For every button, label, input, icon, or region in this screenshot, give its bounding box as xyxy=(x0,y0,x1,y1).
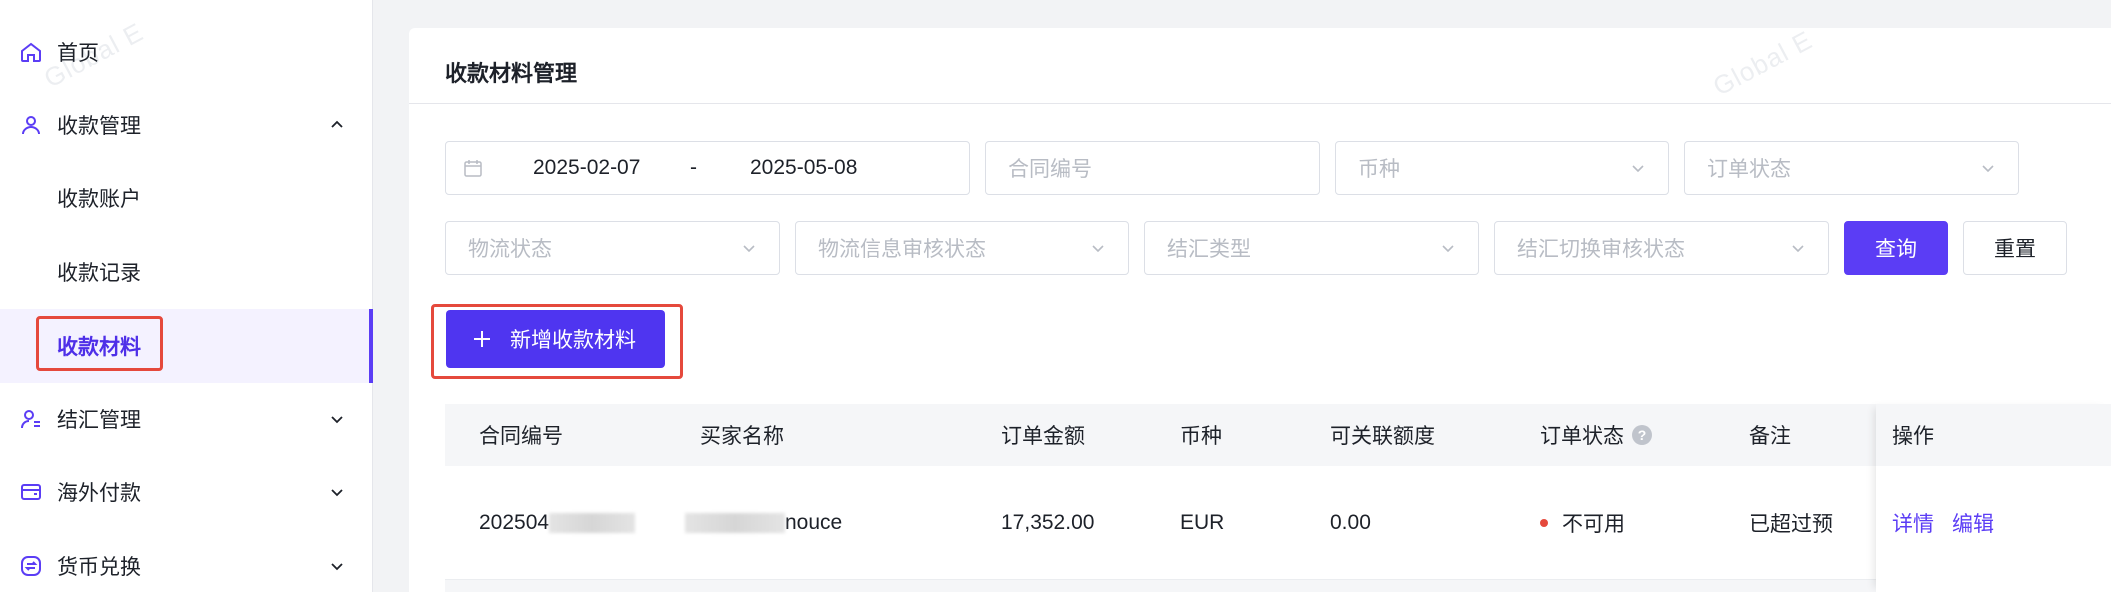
date-range-picker[interactable]: 2025-02-07 - 2025-05-08 xyxy=(445,141,970,195)
sidebar-item-receipt-materials[interactable]: 收款材料 xyxy=(0,309,373,383)
column-header: 操作 xyxy=(1876,404,2111,466)
operations-column: 操作 详情 编辑 xyxy=(1876,404,2111,592)
order-status-select[interactable]: 订单状态 xyxy=(1684,141,2019,195)
date-separator: - xyxy=(690,156,697,179)
column-header: 可关联额度 xyxy=(1330,425,1435,448)
redacted-block xyxy=(549,513,636,533)
column-header: 合同编号 xyxy=(479,425,563,448)
sidebar-item-settlement[interactable]: 结汇管理 xyxy=(0,383,373,455)
calendar-icon xyxy=(462,157,484,179)
contract-no-text: 202504 xyxy=(479,511,550,534)
sidebar-item-receipt-accounts[interactable]: 收款账户 xyxy=(0,162,373,234)
order-status-placeholder: 订单状态 xyxy=(1707,158,1791,181)
column-header-order-status: 订单状态 ? xyxy=(1540,404,1652,466)
row-actions: 详情 编辑 xyxy=(1892,466,2012,580)
cell-available: 0.00 xyxy=(1330,511,1371,534)
column-header: 订单状态 xyxy=(1540,425,1624,448)
page-title: 收款材料管理 xyxy=(445,61,578,86)
edit-link[interactable]: 编辑 xyxy=(1952,508,1994,538)
logistics-review-placeholder: 物流信息审核状态 xyxy=(818,238,986,261)
plus-icon xyxy=(472,329,492,349)
sidebar-item-label: 收款记录 xyxy=(57,262,141,285)
contract-no-placeholder: 合同编号 xyxy=(1008,158,1092,181)
sidebar: Global E 首页 收款管理 收款账户 收款记录 收款材料 结汇管理 海外付… xyxy=(0,0,373,592)
exchange-icon xyxy=(17,552,45,580)
settlement-switch-review-placeholder: 结汇切换审核状态 xyxy=(1517,238,1685,261)
cell-amount: 17,352.00 xyxy=(1001,511,1095,534)
cell-currency: EUR xyxy=(1180,511,1225,534)
column-header: 买家名称 xyxy=(700,425,784,448)
chevron-down-icon xyxy=(326,555,348,577)
status-dot xyxy=(1540,519,1548,527)
chevron-down-icon xyxy=(739,238,759,258)
chevron-down-icon xyxy=(1628,158,1648,178)
cell-contract-no: 202504 xyxy=(479,466,636,580)
sidebar-item-label: 收款材料 xyxy=(57,336,141,359)
query-button[interactable]: 查询 xyxy=(1844,221,1948,275)
column-header: 币种 xyxy=(1180,425,1222,448)
logistics-status-select[interactable]: 物流状态 xyxy=(445,221,780,275)
sidebar-item-label: 首页 xyxy=(57,42,99,65)
help-icon[interactable]: ? xyxy=(1632,425,1652,445)
date-end: 2025-05-08 xyxy=(750,156,858,179)
currency-placeholder: 币种 xyxy=(1358,158,1400,181)
user-list-icon xyxy=(17,405,45,433)
chevron-down-icon xyxy=(1978,158,1998,178)
reset-button[interactable]: 重置 xyxy=(1963,221,2067,275)
add-receipt-material-button[interactable]: 新增收款材料 xyxy=(446,310,665,368)
divider xyxy=(409,103,2111,104)
sidebar-item-receipt-records[interactable]: 收款记录 xyxy=(0,236,373,308)
settlement-type-placeholder: 结汇类型 xyxy=(1167,238,1251,261)
table-row: 202504 nouce 17,352.00 EUR 0.00 不可用 已超过预 xyxy=(445,466,2111,580)
chevron-down-icon xyxy=(326,481,348,503)
materials-table: 合同编号 买家名称 订单金额 币种 可关联额度 订单状态 ? 备注 202504… xyxy=(445,404,2111,592)
sidebar-item-label: 货币兑换 xyxy=(57,556,141,579)
currency-select[interactable]: 币种 xyxy=(1335,141,1669,195)
logistics-review-select[interactable]: 物流信息审核状态 xyxy=(795,221,1129,275)
sidebar-item-currency-exchange[interactable]: 货币兑换 xyxy=(0,530,373,592)
app: Global E 首页 收款管理 收款账户 收款记录 收款材料 结汇管理 海外付… xyxy=(0,0,2111,592)
sidebar-item-label: 收款管理 xyxy=(57,115,141,138)
sidebar-item-label: 结汇管理 xyxy=(57,409,141,432)
sidebar-item-label: 收款账户 xyxy=(57,188,141,211)
sidebar-item-overseas-payment[interactable]: 海外付款 xyxy=(0,456,373,528)
main-card: Global E 收款材料管理 2025-02-07 - 2025-05-08 … xyxy=(409,24,2111,592)
contract-no-input[interactable]: 合同编号 xyxy=(985,141,1320,195)
settlement-switch-review-select[interactable]: 结汇切换审核状态 xyxy=(1494,221,1829,275)
add-button-label: 新增收款材料 xyxy=(510,329,636,352)
cell-status: 不可用 xyxy=(1540,466,1625,580)
date-start: 2025-02-07 xyxy=(533,156,641,179)
details-link[interactable]: 详情 xyxy=(1892,508,1934,538)
logistics-status-placeholder: 物流状态 xyxy=(468,238,552,261)
chevron-up-icon xyxy=(326,114,348,136)
cell-buyer: nouce xyxy=(685,466,842,580)
buyer-text: nouce xyxy=(785,511,843,534)
table-header: 合同编号 买家名称 订单金额 币种 可关联额度 订单状态 ? 备注 xyxy=(445,404,2111,466)
settlement-type-select[interactable]: 结汇类型 xyxy=(1144,221,1479,275)
status-text: 不可用 xyxy=(1562,513,1625,536)
column-header: 订单金额 xyxy=(1001,425,1085,448)
sidebar-item-receipts[interactable]: 收款管理 xyxy=(0,89,373,161)
chevron-down-icon xyxy=(1088,238,1108,258)
sidebar-item-home[interactable]: 首页 xyxy=(0,16,373,88)
sidebar-item-label: 海外付款 xyxy=(57,482,141,505)
table-row-partial xyxy=(445,580,2111,592)
home-icon xyxy=(17,38,45,66)
chevron-down-icon xyxy=(1438,238,1458,258)
wallet-icon xyxy=(17,478,45,506)
cell-remark: 已超过预 xyxy=(1749,513,1833,536)
chevron-down-icon xyxy=(326,408,348,430)
watermark: Global E xyxy=(1708,24,1818,102)
redacted-block xyxy=(685,513,785,533)
user-icon xyxy=(17,111,45,139)
column-header: 备注 xyxy=(1749,425,1791,448)
chevron-down-icon xyxy=(1788,238,1808,258)
